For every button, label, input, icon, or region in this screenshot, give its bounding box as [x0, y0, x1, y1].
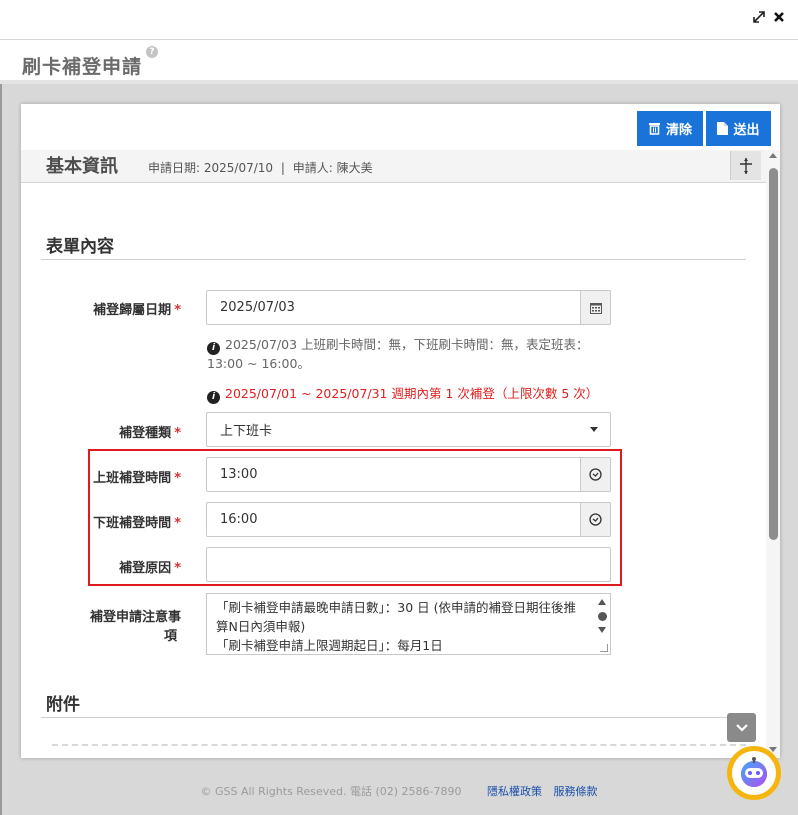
collapse-button[interactable]	[727, 713, 756, 742]
info-icon: i	[207, 390, 220, 404]
document-icon	[717, 122, 729, 135]
basic-info-meta: 申請日期: 2025/07/10 | 申請人: 陳大美	[148, 159, 377, 176]
caret-down-icon	[590, 427, 598, 432]
title-band: 刷卡補登申請 ?	[0, 40, 798, 84]
notes-label: 補登申請注意事 項	[89, 610, 181, 644]
clear-button[interactable]: 清除	[637, 111, 703, 146]
form-divider	[41, 259, 746, 260]
type-label: 補登種類 *	[119, 426, 181, 441]
robot-icon	[741, 757, 767, 787]
resize-grip-icon[interactable]	[600, 644, 608, 652]
close-icon[interactable]	[772, 10, 786, 24]
attach-section-title: 附件	[46, 695, 80, 715]
notes-scroll-up[interactable]	[598, 599, 606, 605]
page-title: 刷卡補登申請	[22, 56, 143, 78]
expand-icon[interactable]	[752, 10, 766, 24]
panel-scrollbar[interactable]	[766, 150, 780, 758]
clear-label: 清除	[665, 123, 692, 138]
privacy-link[interactable]: 隱私權政策	[487, 785, 542, 798]
meta-separator: |	[280, 161, 285, 175]
terms-link[interactable]: 服務條款	[554, 785, 598, 798]
footer-copyright: © GSS All Rights Reseved. 電話 (02) 2586-7…	[200, 785, 462, 798]
date-info: i 2025/07/03 上班刷卡時間：無，下班刷卡時間：無，表定班表： 13:0…	[207, 337, 589, 371]
move-icon[interactable]	[730, 151, 761, 180]
date-input[interactable]: 2025/07/03	[206, 290, 611, 325]
highlight-box	[88, 449, 622, 586]
notes-scroll-thumb[interactable]	[598, 612, 607, 621]
question-icon[interactable]: ?	[146, 46, 158, 58]
footer: © GSS All Rights Reseved. 電話 (02) 2586-7…	[0, 783, 798, 799]
scroll-thumb[interactable]	[769, 168, 778, 540]
applicant: 申請人: 陳大美	[292, 161, 373, 175]
attach-divider	[41, 717, 746, 718]
notes-scroll-down[interactable]	[598, 627, 606, 633]
form-panel: 清除 送出 基本資訊 申請日期: 2025/07/10 | 申請人: 陳大美 表…	[21, 104, 780, 758]
panel-toolbar: 清除 送出	[21, 104, 780, 150]
basic-info-title: 基本資訊	[46, 156, 118, 177]
type-value: 上下班卡	[220, 424, 273, 439]
apply-date: 申請日期: 2025/07/10	[148, 161, 274, 175]
cycle-info: i 2025/07/01 ~ 2025/07/31 週期內第 1 次補登（上限次數…	[207, 385, 598, 404]
trash-icon	[648, 123, 660, 135]
type-select[interactable]: 上下班卡	[206, 412, 611, 447]
form-section-title: 表單內容	[46, 237, 114, 257]
left-edge	[0, 84, 2, 815]
send-label: 送出	[733, 123, 760, 138]
attach-dropzone[interactable]	[52, 744, 746, 758]
date-value: 2025/07/03	[220, 300, 295, 315]
top-bar	[0, 0, 798, 40]
calendar-icon[interactable]	[580, 290, 611, 325]
send-button[interactable]: 送出	[706, 111, 771, 146]
basic-info-header[interactable]: 基本資訊 申請日期: 2025/07/10 | 申請人: 陳大美	[21, 150, 766, 183]
date-label: 補登歸屬日期 *	[93, 303, 181, 318]
notes-textarea[interactable]: 「刷卡補登申請最晚申請日數」：30 日 (依申請的補登日期往後推 算N日內須申報…	[206, 593, 611, 655]
assistant-button[interactable]	[727, 746, 781, 800]
chevron-down-icon	[735, 723, 748, 732]
window-controls	[752, 10, 786, 24]
info-icon: i	[207, 341, 220, 355]
scroll-up-arrow[interactable]	[769, 153, 777, 158]
